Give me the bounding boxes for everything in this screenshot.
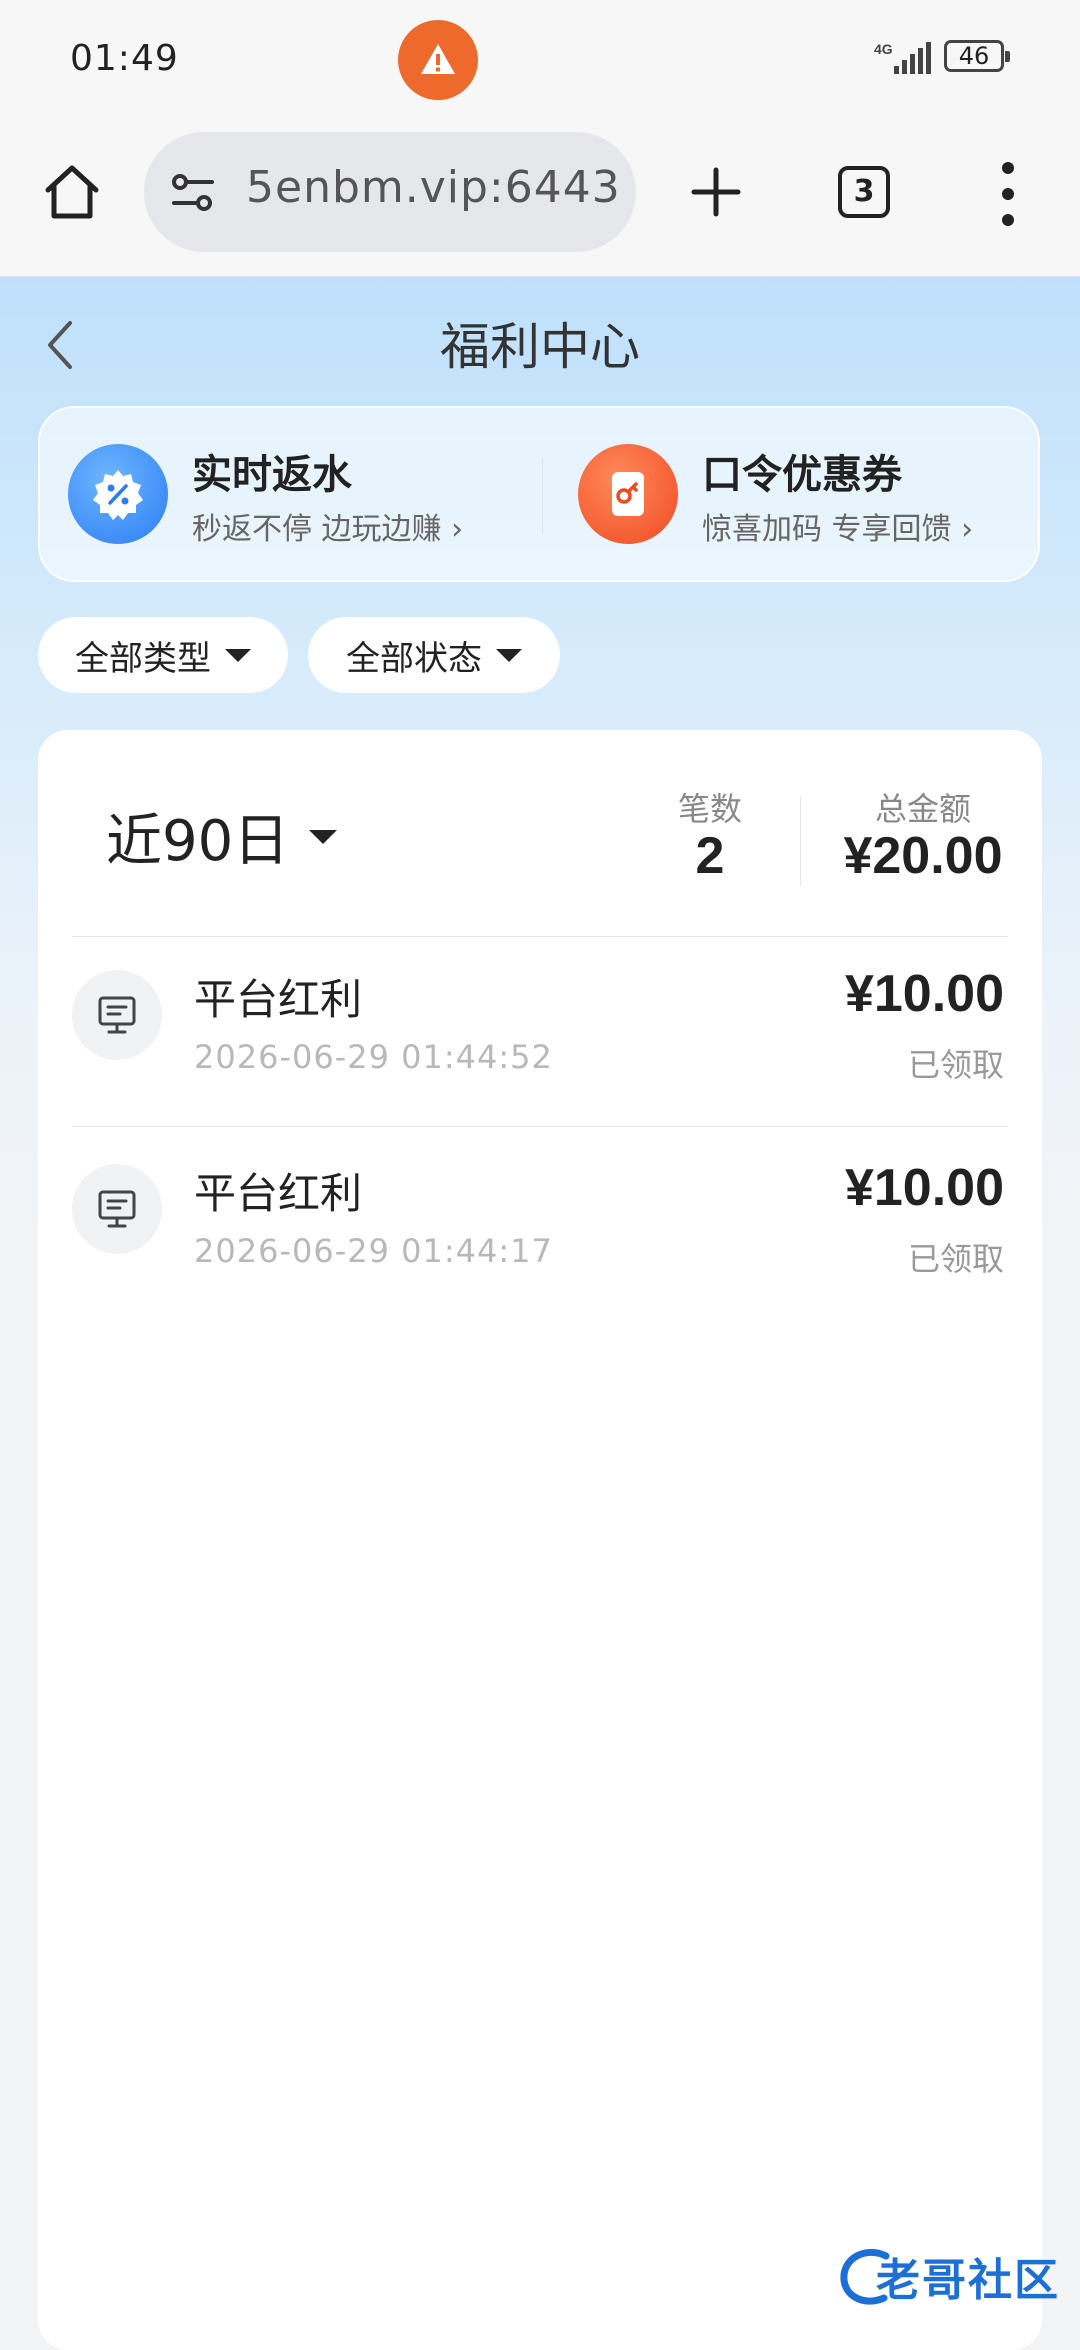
divider [72, 936, 1008, 937]
caret-down-icon [309, 829, 338, 844]
promo-rebate[interactable]: 实时返水 秒返不停 边玩边赚 › [40, 408, 540, 584]
status-filter-dropdown[interactable]: 全部状态 [308, 617, 560, 693]
stat-divider [800, 796, 801, 886]
welfare-page: 福利中心 实时返水 秒返不停 边玩边赚 › 口令优惠券 惊喜加码 专享回馈 › … [0, 277, 1080, 2350]
promo-rebate-title: 实时返水 [192, 452, 352, 498]
promo-rebate-subtitle: 秒返不停 边玩边赚 › [192, 512, 464, 547]
type-filter-dropdown[interactable]: 全部类型 [38, 617, 288, 693]
caret-down-icon [225, 648, 251, 662]
record-row[interactable]: 平台红利 2026-06-29 01:44:17 ¥10.00 已领取 [38, 1132, 1042, 1322]
record-name: 平台红利 [194, 975, 363, 1024]
watermark-logo: 老哥社区 [836, 2238, 1064, 2318]
promo-divider [542, 458, 543, 534]
date-range-label: 近90日 [106, 809, 290, 874]
status-bar: 01:49 4G 46 [0, 0, 1080, 120]
page-title: 福利中心 [440, 318, 640, 376]
records-card: 近90日 笔数 2 总金额 ¥20.00 平台红利 2026-06-29 01:… [38, 730, 1042, 2350]
record-amount: ¥10.00 [844, 1159, 1004, 1217]
count-label: 笔数 [677, 790, 742, 828]
caret-down-icon [496, 648, 522, 662]
status-time: 01:49 [70, 38, 179, 79]
watermark-text: 老哥社区 [876, 2255, 1060, 2306]
status-filter-label: 全部状态 [346, 638, 482, 679]
promo-coupon-title: 口令优惠券 [702, 452, 902, 498]
total-label: 总金额 [874, 790, 971, 828]
rebate-badge-icon [68, 444, 168, 544]
monitor-icon [72, 970, 162, 1060]
browser-toolbar: 5enbm.vip:6443 3 [0, 120, 1080, 277]
coupon-key-icon [578, 444, 678, 544]
count-value: 2 [695, 827, 725, 885]
record-row[interactable]: 平台红利 2026-06-29 01:44:52 ¥10.00 已领取 [38, 938, 1042, 1128]
url-text: 5enbm.vip:6443 [246, 162, 621, 213]
tab-switcher-button[interactable]: 3 [838, 166, 890, 218]
record-datetime: 2026-06-29 01:44:52 [194, 1038, 553, 1076]
record-datetime: 2026-06-29 01:44:17 [194, 1232, 553, 1270]
record-name: 平台红利 [194, 1169, 363, 1218]
monitor-icon [72, 1164, 162, 1254]
type-filter-label: 全部类型 [75, 638, 211, 679]
signal-icon: 4G [872, 38, 942, 78]
promo-coupon[interactable]: 口令优惠券 惊喜加码 专享回馈 › [550, 408, 1050, 584]
record-status: 已领取 [907, 1240, 1004, 1278]
promo-banner: 实时返水 秒返不停 边玩边赚 › 口令优惠券 惊喜加码 专享回馈 › [38, 406, 1040, 582]
warning-icon[interactable] [398, 20, 478, 100]
network-type: 4G [874, 41, 893, 57]
site-settings-icon[interactable] [168, 168, 218, 218]
address-bar[interactable]: 5enbm.vip:6443 [144, 132, 636, 252]
home-icon[interactable] [40, 160, 104, 224]
record-status: 已领取 [907, 1046, 1004, 1084]
divider [72, 1126, 1008, 1127]
more-menu-icon[interactable] [984, 162, 1032, 226]
new-tab-icon[interactable] [684, 160, 748, 224]
date-range-selector[interactable]: 近90日 [106, 796, 338, 877]
battery-indicator: 46 [944, 40, 1010, 72]
record-amount: ¥10.00 [844, 965, 1004, 1023]
promo-coupon-subtitle: 惊喜加码 专享回馈 › [702, 512, 974, 547]
total-value: ¥20.00 [843, 827, 1003, 885]
